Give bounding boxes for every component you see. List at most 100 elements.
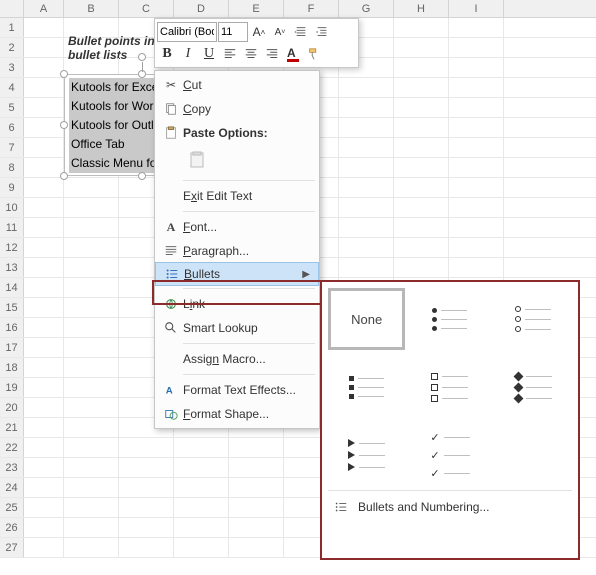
row-header[interactable]: 12 xyxy=(0,238,24,257)
resize-handle[interactable] xyxy=(60,70,68,78)
resize-handle[interactable] xyxy=(60,172,68,180)
cell[interactable] xyxy=(229,538,284,557)
row-header[interactable]: 17 xyxy=(0,338,24,357)
select-all-corner[interactable] xyxy=(0,0,24,17)
row-header[interactable]: 4 xyxy=(0,78,24,97)
bullet-option-arrow[interactable] xyxy=(328,424,405,486)
cell[interactable] xyxy=(24,338,64,357)
cell[interactable] xyxy=(24,278,64,297)
bullets-and-numbering-item[interactable]: Bullets and Numbering... xyxy=(328,495,572,516)
cell[interactable] xyxy=(174,538,229,557)
cell[interactable] xyxy=(24,138,64,157)
cell[interactable] xyxy=(394,198,449,217)
cell[interactable] xyxy=(394,138,449,157)
cell[interactable] xyxy=(24,178,64,197)
cell[interactable] xyxy=(24,438,64,457)
cell[interactable] xyxy=(64,438,119,457)
cell[interactable] xyxy=(339,158,394,177)
resize-handle[interactable] xyxy=(138,172,146,180)
row-header[interactable]: 26 xyxy=(0,518,24,537)
row-header[interactable]: 10 xyxy=(0,198,24,217)
cell[interactable] xyxy=(64,378,119,397)
menu-item-cut[interactable]: ✂ Cut xyxy=(155,73,319,97)
cell[interactable] xyxy=(449,98,504,117)
row-header[interactable]: 9 xyxy=(0,178,24,197)
cell[interactable] xyxy=(64,458,119,477)
cell[interactable] xyxy=(64,418,119,437)
cell[interactable] xyxy=(394,58,449,77)
row-header[interactable]: 2 xyxy=(0,38,24,57)
bullet-option-none[interactable]: None xyxy=(328,288,405,350)
row-header[interactable]: 23 xyxy=(0,458,24,477)
align-right-button[interactable] xyxy=(262,44,282,64)
cell[interactable] xyxy=(64,178,119,197)
align-center-button[interactable] xyxy=(241,44,261,64)
cell[interactable] xyxy=(394,78,449,97)
cell[interactable] xyxy=(339,238,394,257)
shrink-font-button[interactable]: A˅ xyxy=(270,22,290,42)
cell[interactable] xyxy=(339,118,394,137)
cell[interactable] xyxy=(339,198,394,217)
resize-handle[interactable] xyxy=(60,121,68,129)
cell[interactable] xyxy=(339,78,394,97)
cell[interactable] xyxy=(119,498,174,517)
cell[interactable] xyxy=(394,178,449,197)
cell[interactable] xyxy=(24,58,64,77)
bullet-option-open-square[interactable] xyxy=(411,356,488,418)
cell[interactable] xyxy=(64,478,119,497)
cell[interactable] xyxy=(119,478,174,497)
menu-item-link[interactable]: Link xyxy=(155,292,319,316)
menu-item-exit-edit[interactable]: Exit Edit Text xyxy=(155,184,319,208)
cell[interactable] xyxy=(24,78,64,97)
cell[interactable] xyxy=(64,538,119,557)
menu-item-font[interactable]: A Font... xyxy=(155,215,319,239)
format-painter-button[interactable] xyxy=(304,44,324,64)
row-header[interactable]: 18 xyxy=(0,358,24,377)
row-header[interactable]: 16 xyxy=(0,318,24,337)
cell[interactable] xyxy=(394,218,449,237)
row-header[interactable]: 11 xyxy=(0,218,24,237)
cell[interactable] xyxy=(339,218,394,237)
cell[interactable] xyxy=(174,518,229,537)
row-header[interactable]: 25 xyxy=(0,498,24,517)
menu-item-copy[interactable]: Copy xyxy=(155,97,319,121)
bullet-option-circle[interactable] xyxy=(495,288,572,350)
menu-item-paragraph[interactable]: Paragraph... xyxy=(155,239,319,263)
cell[interactable] xyxy=(449,78,504,97)
cell[interactable] xyxy=(24,118,64,137)
cell[interactable] xyxy=(449,138,504,157)
row-header[interactable]: 13 xyxy=(0,258,24,277)
cell[interactable] xyxy=(24,158,64,177)
cell[interactable] xyxy=(174,458,229,477)
align-left-button[interactable] xyxy=(220,44,240,64)
cell[interactable] xyxy=(119,518,174,537)
cell[interactable] xyxy=(64,398,119,417)
row-header[interactable]: 21 xyxy=(0,418,24,437)
cell[interactable] xyxy=(24,538,64,557)
cell[interactable] xyxy=(24,98,64,117)
cell[interactable] xyxy=(394,238,449,257)
cell[interactable] xyxy=(24,18,64,37)
underline-button[interactable]: U xyxy=(199,44,219,64)
cell[interactable] xyxy=(394,118,449,137)
column-header[interactable]: I xyxy=(449,0,504,17)
cell[interactable] xyxy=(24,378,64,397)
cell[interactable] xyxy=(64,278,119,297)
column-header[interactable]: F xyxy=(284,0,339,17)
cell[interactable] xyxy=(449,38,504,57)
cell[interactable] xyxy=(394,98,449,117)
column-header[interactable]: H xyxy=(394,0,449,17)
cell[interactable] xyxy=(64,198,119,217)
cell[interactable] xyxy=(64,218,119,237)
row-header[interactable]: 14 xyxy=(0,278,24,297)
cell[interactable] xyxy=(449,18,504,37)
row-header[interactable]: 3 xyxy=(0,58,24,77)
menu-item-format-shape[interactable]: Format Shape... xyxy=(155,402,319,426)
cell[interactable] xyxy=(449,198,504,217)
rotate-handle[interactable] xyxy=(138,53,146,61)
cell[interactable] xyxy=(64,318,119,337)
font-color-button[interactable]: A xyxy=(283,44,303,64)
cell[interactable] xyxy=(229,518,284,537)
cell[interactable] xyxy=(24,298,64,317)
cell[interactable] xyxy=(394,258,449,277)
